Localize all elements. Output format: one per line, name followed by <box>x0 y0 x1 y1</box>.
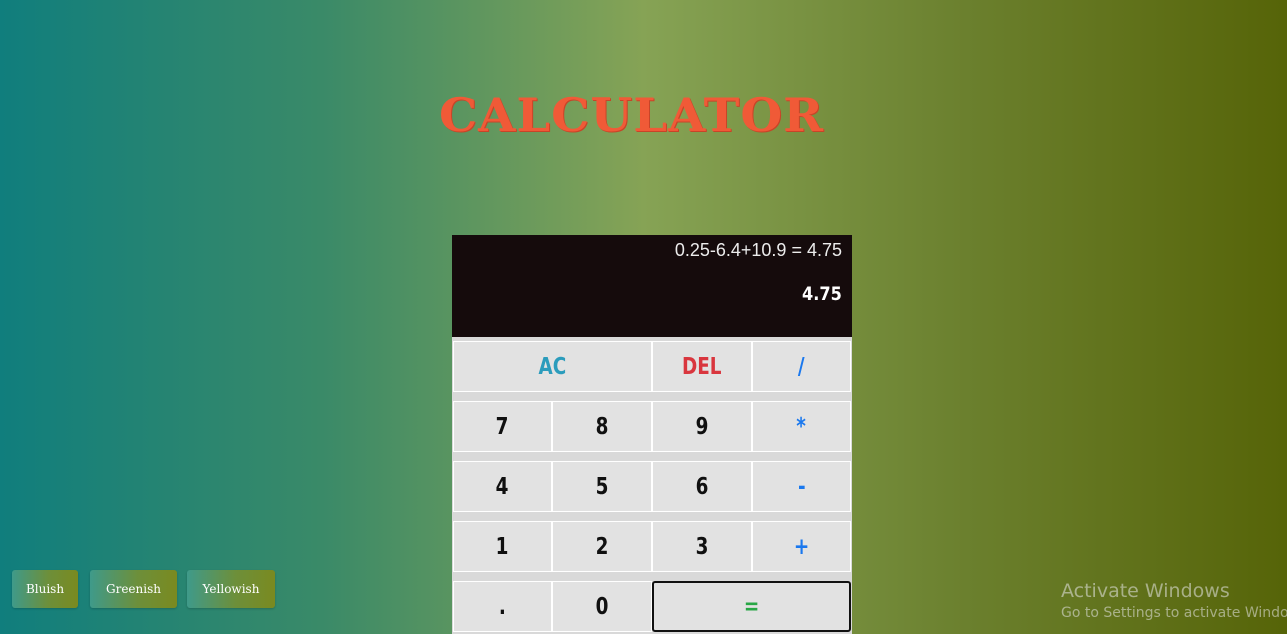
add-button[interactable]: + <box>752 521 851 572</box>
theme-greenish-button[interactable]: Greenish <box>90 570 177 608</box>
subtract-button[interactable]: - <box>752 461 851 512</box>
digit-3-button[interactable]: 3 <box>652 521 752 572</box>
divide-button[interactable]: / <box>752 341 851 392</box>
expression-display: 0.25-6.4+10.9 = 4.75 <box>674 240 842 260</box>
digit-0-button[interactable]: 0 <box>552 581 652 632</box>
digit-1-button[interactable]: 1 <box>453 521 552 572</box>
digit-6-button[interactable]: 6 <box>652 461 752 512</box>
result-display: 4.75 <box>802 283 842 305</box>
digit-8-button[interactable]: 8 <box>552 401 652 452</box>
watermark-title: Activate Windows <box>1061 580 1230 602</box>
watermark-subtitle: Go to Settings to activate Windows. <box>1061 605 1287 621</box>
calculator-display: 0.25-6.4+10.9 = 4.75 4.75 <box>452 235 852 337</box>
digit-2-button[interactable]: 2 <box>552 521 652 572</box>
digit-7-button[interactable]: 7 <box>453 401 552 452</box>
page-title: CALCULATOR <box>438 89 825 143</box>
digit-9-button[interactable]: 9 <box>652 401 752 452</box>
delete-button[interactable]: DEL <box>652 341 752 392</box>
decimal-point-button[interactable]: . <box>453 581 552 632</box>
activation-watermark: Activate Windows Go to Settings to activ… <box>1061 580 1287 621</box>
theme-yellowish-button[interactable]: Yellowish <box>187 570 275 608</box>
theme-bluish-button[interactable]: Bluish <box>12 570 78 608</box>
digit-5-button[interactable]: 5 <box>552 461 652 512</box>
digit-4-button[interactable]: 4 <box>453 461 552 512</box>
equals-button[interactable]: = <box>652 581 851 632</box>
multiply-button[interactable]: * <box>752 401 851 452</box>
calculator: 0.25-6.4+10.9 = 4.75 4.75 AC DEL / 7 8 9… <box>452 235 852 634</box>
all-clear-button[interactable]: AC <box>453 341 652 392</box>
